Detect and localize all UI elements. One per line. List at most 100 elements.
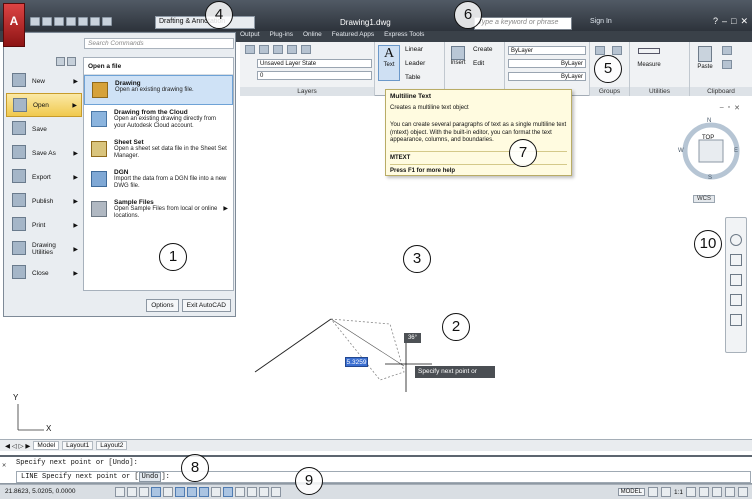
workspace-switching-icon[interactable] (699, 487, 709, 497)
clipboard-panel-label[interactable]: Clipboard (690, 87, 752, 96)
close-icon[interactable]: ✕ (740, 16, 748, 27)
plot-icon[interactable] (78, 17, 88, 26)
cut-icon[interactable] (722, 46, 732, 55)
keyword-search-input[interactable]: Type a keyword or phrase (474, 17, 572, 30)
open-from-cloud-option[interactable]: Drawing from the Cloud Open an existing … (84, 105, 233, 135)
group-icon[interactable] (595, 46, 605, 55)
menu-item-publish[interactable]: Publish ▶ (6, 189, 82, 213)
tab-model[interactable]: Model (33, 441, 60, 450)
edit-block-button[interactable]: Edit (473, 60, 484, 67)
quick-view-layouts-icon[interactable] (647, 487, 658, 497)
new-file-icon[interactable] (30, 17, 40, 26)
create-block-button[interactable]: Create (473, 46, 493, 53)
layers-panel-label[interactable]: Layers (240, 87, 374, 96)
menu-item-save[interactable]: Save (6, 117, 82, 141)
object-snap-tracking-icon[interactable] (199, 487, 209, 497)
open-drawing-option[interactable]: Drawing Open an existing drawing file. (84, 75, 233, 105)
layer-tool-icon[interactable] (301, 45, 311, 54)
tab-featured-apps[interactable]: Featured Apps (332, 31, 374, 42)
tab-output[interactable]: Output (240, 31, 260, 42)
insert-button[interactable]: Insert (448, 46, 468, 76)
exit-autocad-button[interactable]: Exit AutoCAD (181, 299, 231, 312)
open-sheet-set-option[interactable]: Sheet Set Open a sheet set data file in … (84, 135, 233, 165)
clean-screen-icon[interactable] (738, 487, 748, 497)
ungroup-icon[interactable] (612, 46, 622, 55)
linear-dimension-button[interactable]: Linear (405, 46, 423, 53)
current-layer-select[interactable]: 0 (257, 71, 372, 80)
layer-tool-icon[interactable] (287, 45, 297, 54)
quick-view-drawings-icon[interactable] (660, 487, 671, 497)
application-menu-button[interactable]: A (3, 3, 25, 47)
options-button[interactable]: Options (146, 299, 179, 312)
redo-icon[interactable] (102, 17, 112, 26)
quick-properties-icon[interactable] (259, 487, 269, 497)
infer-constraints-icon[interactable] (115, 487, 125, 497)
layer-properties-icon[interactable] (245, 45, 255, 54)
tab-plug-ins[interactable]: Plug-ins (270, 31, 293, 42)
menu-item-drawing-utilities[interactable]: Drawing Utilities ▶ (6, 237, 82, 261)
snap-mode-icon[interactable] (127, 487, 137, 497)
isolate-objects-icon[interactable] (725, 487, 735, 497)
orbit-icon[interactable] (730, 294, 742, 306)
groups-panel-label[interactable]: Groups (590, 87, 629, 96)
3d-object-snap-icon[interactable] (187, 487, 197, 497)
dynamic-ucs-icon[interactable] (211, 487, 221, 497)
open-documents-icon[interactable] (67, 57, 76, 66)
wcs-menu[interactable]: WCS (693, 195, 715, 203)
layer-tool-icon[interactable] (273, 45, 283, 54)
annotation-scale[interactable]: 1:1 (674, 489, 683, 496)
menu-item-close[interactable]: Close ▶ (6, 261, 82, 285)
command-input[interactable]: LINE Specify next point or [Undo]: (16, 471, 751, 483)
open-file-icon[interactable] (42, 17, 52, 26)
recent-documents-icon[interactable] (56, 57, 65, 66)
table-button[interactable]: Table (405, 74, 421, 81)
undo-option[interactable]: Undo (138, 472, 162, 482)
minimize-icon[interactable]: – (722, 16, 727, 27)
zoom-icon[interactable] (730, 274, 742, 286)
model-space-button[interactable]: MODEL (617, 488, 645, 496)
transparency-icon[interactable] (247, 487, 257, 497)
tab-layout1[interactable]: Layout1 (62, 441, 94, 450)
copy-icon[interactable] (722, 60, 732, 69)
sign-in-link[interactable]: Sign In (590, 18, 612, 25)
menu-item-open[interactable]: Open ▶ (6, 93, 82, 117)
search-commands-input[interactable]: Search Commands (84, 38, 234, 49)
undo-icon[interactable] (90, 17, 100, 26)
lineweight-icon[interactable] (235, 487, 245, 497)
open-dgn-option[interactable]: DGN Import the data from a DGN file into… (84, 165, 233, 195)
lock-icon[interactable] (712, 487, 722, 497)
help-icon[interactable]: ? (713, 16, 718, 27)
selection-cycling-icon[interactable] (271, 487, 281, 497)
layer-state-select[interactable]: Unsaved Layer State (257, 59, 372, 68)
object-snap-icon[interactable] (175, 487, 185, 497)
menu-item-new[interactable]: New ▶ (6, 69, 82, 93)
menu-item-print[interactable]: Print ▶ (6, 213, 82, 237)
tab-express-tools[interactable]: Express Tools (384, 31, 424, 42)
grid-display-icon[interactable] (139, 487, 149, 497)
color-select[interactable]: ByLayer (508, 46, 586, 55)
steering-wheel-icon[interactable] (730, 234, 742, 246)
leader-button[interactable]: Leader (405, 60, 425, 67)
tab-layout2[interactable]: Layout2 (96, 441, 128, 450)
showmotion-icon[interactable] (730, 314, 742, 326)
annotation-visibility-icon[interactable] (686, 487, 696, 497)
utilities-panel-label[interactable]: Utilities (630, 87, 689, 96)
cursor-coordinates[interactable]: 21.8623, 5.0205, 0.0000 (5, 488, 75, 495)
polar-tracking-icon[interactable] (163, 487, 173, 497)
command-line-close-icon[interactable]: ✕ (2, 461, 6, 470)
tab-nav-arrows-icon[interactable]: ◀ ◁ ▷ ▶ (5, 442, 30, 450)
viewcube-face[interactable] (698, 139, 724, 163)
text-button[interactable]: A Text (378, 45, 400, 81)
menu-item-save-as[interactable]: Save As ▶ (6, 141, 82, 165)
save-as-icon[interactable] (66, 17, 76, 26)
maximize-icon[interactable]: □ (731, 16, 736, 27)
paste-button[interactable]: Paste (694, 46, 716, 70)
linetype-select[interactable]: ByLayer (508, 59, 586, 68)
lineweight-select[interactable]: ByLayer (508, 72, 586, 81)
layer-tool-icon[interactable] (259, 45, 269, 54)
measure-button[interactable]: Measure (634, 48, 664, 68)
open-sample-files-option[interactable]: Sample Files Open Sample Files from loca… (84, 195, 233, 225)
pan-icon[interactable] (730, 254, 742, 266)
ortho-mode-icon[interactable] (151, 487, 161, 497)
menu-item-export[interactable]: Export ▶ (6, 165, 82, 189)
